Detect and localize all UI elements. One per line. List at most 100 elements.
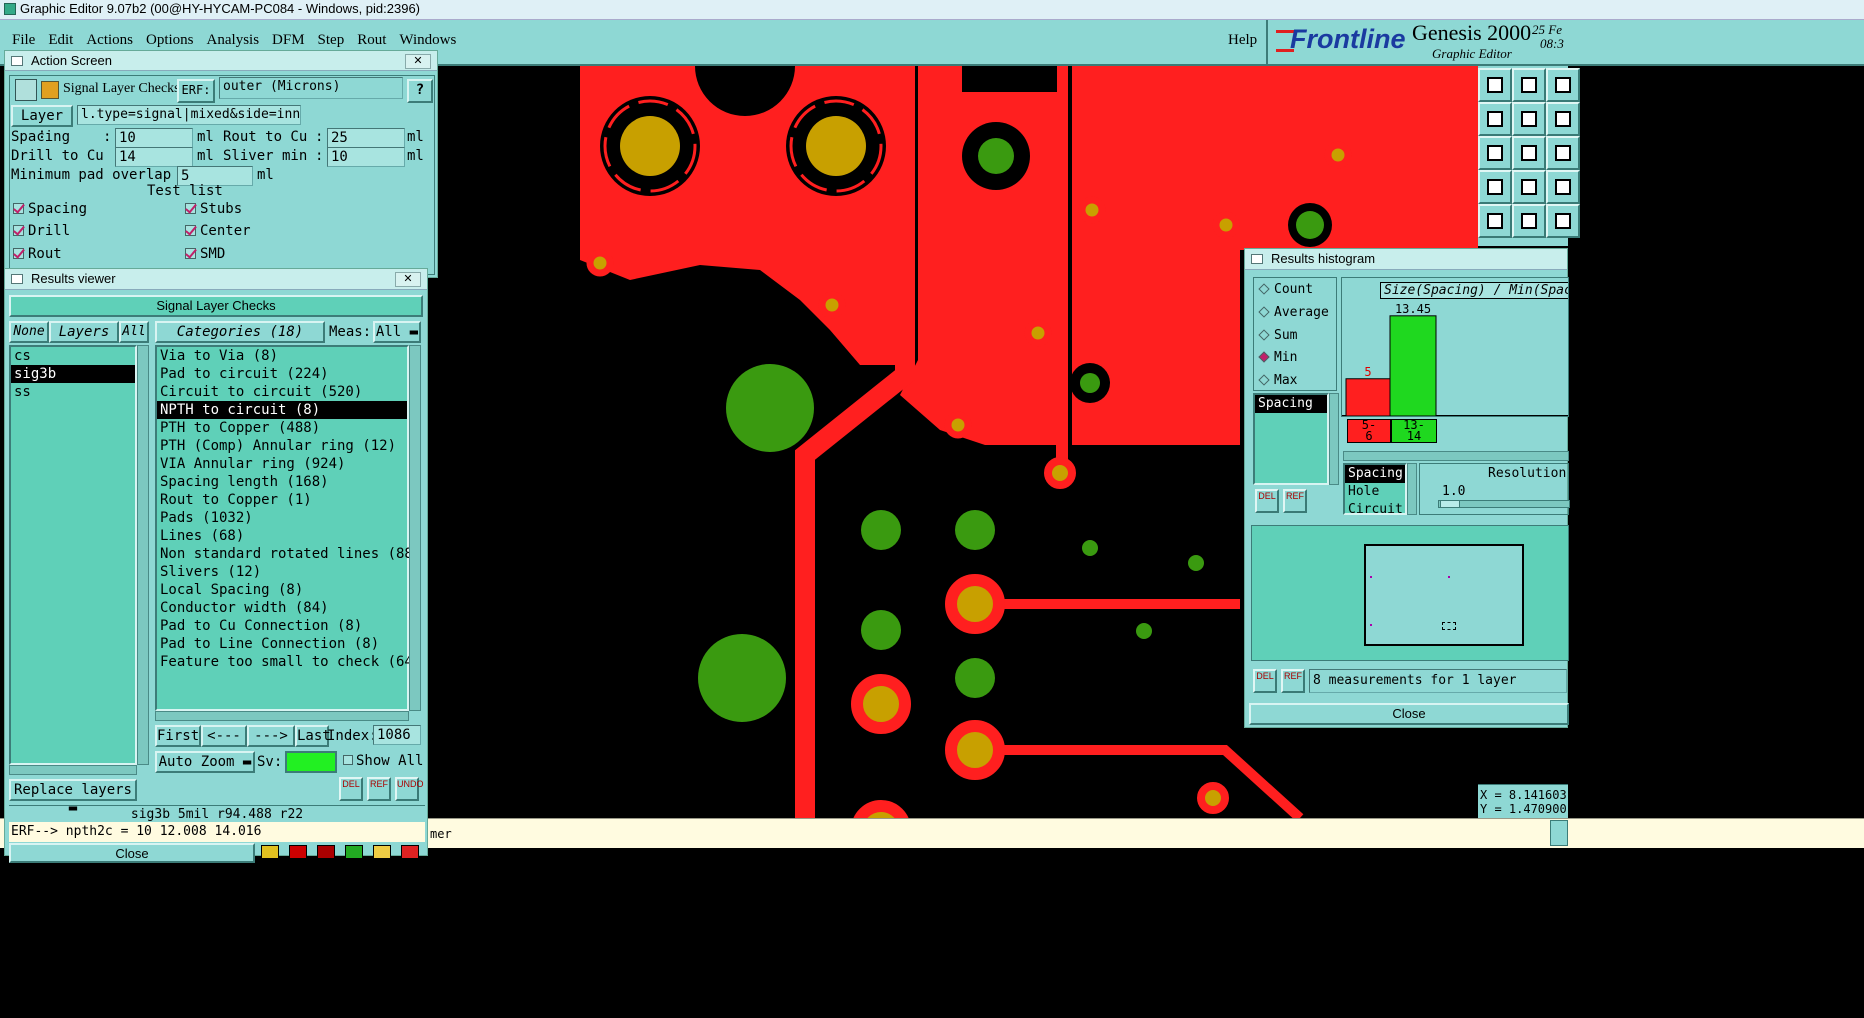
measure-item[interactable]: Circuit [1345, 501, 1405, 519]
menu-actions[interactable]: Actions [86, 32, 133, 49]
layer-item[interactable]: ss [11, 383, 135, 401]
category-item[interactable]: PTH to Copper (488) [157, 419, 407, 437]
category-item[interactable]: PTH (Comp) Annular ring (12) [157, 437, 407, 455]
category-item[interactable]: Circuit to circuit (520) [157, 383, 407, 401]
show-all-checkbox[interactable]: Show All [343, 753, 423, 769]
menu-windows[interactable]: Windows [399, 32, 456, 49]
toolbar-button-13[interactable] [1478, 204, 1512, 238]
toolbar-button-10[interactable] [1478, 170, 1512, 204]
erf-select[interactable]: outer (Microns) [219, 77, 403, 99]
left-list-item[interactable]: Spacing [1255, 395, 1327, 413]
toolbar-button-5[interactable] [1512, 102, 1546, 136]
close-icon[interactable]: ✕ [405, 54, 431, 69]
replace-layers-select[interactable]: Replace layers ▬ [9, 779, 137, 816]
toolbar-button-11[interactable] [1512, 170, 1546, 204]
test-spacing[interactable]: Spacing [13, 201, 87, 217]
histogram-bar-2[interactable] [1389, 315, 1437, 416]
menu-file[interactable]: File [12, 32, 35, 49]
category-item[interactable]: VIA Annular ring (924) [157, 455, 407, 473]
help-button[interactable]: ? [407, 79, 433, 103]
prev-button[interactable]: <--- [201, 725, 247, 747]
category-item[interactable]: Non standard rotated lines (88) [157, 545, 421, 563]
measure-item[interactable]: Hole [1345, 483, 1405, 501]
menu-help[interactable]: Help [1228, 32, 1257, 49]
category-item[interactable]: Feature too small to check (64) [157, 653, 421, 671]
histogram-close-button[interactable]: Close [1249, 703, 1569, 725]
categories-scrollbar[interactable] [409, 345, 421, 711]
toolbar-button-14[interactable] [1512, 204, 1546, 238]
toolbar-button-15[interactable] [1546, 204, 1580, 238]
toolbar-button-8[interactable] [1512, 136, 1546, 170]
next-button[interactable]: ---> [247, 725, 295, 747]
category-item[interactable]: Via to Via (8) [157, 347, 407, 365]
first-button[interactable]: First [155, 725, 201, 747]
tool-icon-1[interactable] [261, 845, 279, 859]
sv-color-select[interactable] [285, 751, 337, 773]
layers-button[interactable]: Layers [49, 321, 119, 343]
resolution-slider-thumb[interactable] [1440, 500, 1460, 508]
layer-button[interactable]: Layer : [11, 105, 73, 142]
category-item[interactable]: Pad to Cu Connection (8) [157, 617, 407, 635]
category-item[interactable]: Local Spacing (8) [157, 581, 407, 599]
category-item[interactable]: Pad to Line Connection (8) [157, 635, 407, 653]
toolbar-button-4[interactable] [1478, 102, 1512, 136]
option-max[interactable]: Max [1258, 373, 1297, 388]
hist-del-button-2[interactable]: DEL [1253, 669, 1277, 693]
none-button[interactable]: None [9, 321, 49, 343]
tool-icon-3[interactable] [317, 845, 335, 859]
test-drill[interactable]: Drill [13, 223, 70, 239]
menu-edit[interactable]: Edit [48, 32, 73, 49]
tool-icon-4[interactable] [345, 845, 363, 859]
layer-input[interactable]: l.type=signal|mixed&side=inne [77, 105, 301, 125]
toolbar-button-1[interactable] [1478, 68, 1512, 102]
option-min[interactable]: Min [1258, 350, 1297, 365]
auto-zoom-select[interactable]: Auto Zoom ▬ [155, 751, 255, 773]
toolbar-button-7[interactable] [1478, 136, 1512, 170]
drill-to-cu-input[interactable]: 14 [115, 147, 193, 167]
results-close-button[interactable]: Close [9, 843, 255, 863]
del-button[interactable]: DEL [339, 777, 363, 801]
last-button[interactable]: Last [295, 725, 331, 747]
menu-dfm[interactable]: DFM [272, 32, 305, 49]
categories-button[interactable]: Categories (18) [155, 321, 325, 343]
menu-rout[interactable]: Rout [357, 32, 386, 49]
tool-icon-5[interactable] [373, 845, 391, 859]
meas-select[interactable]: All ▬ [373, 321, 421, 343]
category-item[interactable]: Lines (68) [157, 527, 407, 545]
layer-item[interactable]: sig3b [11, 365, 135, 383]
category-item[interactable]: Pad to circuit (224) [157, 365, 407, 383]
toolbar-button-9[interactable] [1546, 136, 1580, 170]
toolbar-button-6[interactable] [1546, 102, 1580, 136]
sliver-min-input[interactable]: 10 [327, 147, 405, 167]
test-stubs[interactable]: Stubs [185, 201, 242, 217]
tool-icon-6[interactable] [401, 845, 419, 859]
measure-list[interactable]: Spacing Hole Circuit [1343, 463, 1407, 517]
all-button[interactable]: All [119, 321, 149, 343]
histogram-bar-1[interactable] [1345, 378, 1391, 416]
chart-hscroll[interactable] [1343, 451, 1569, 461]
layers-list[interactable]: cs sig3b ss [9, 345, 137, 765]
test-center[interactable]: Center [185, 223, 251, 239]
toolbar-button-3[interactable] [1546, 68, 1580, 102]
category-item[interactable]: Slivers (12) [157, 563, 407, 581]
hist-ref-button-2[interactable]: REF [1281, 669, 1305, 693]
toolbar-button-2[interactable] [1512, 68, 1546, 102]
measure-item[interactable]: Spacing [1345, 465, 1405, 483]
spacing-input[interactable]: 10 [115, 128, 193, 148]
category-item[interactable]: Conductor width (84) [157, 599, 407, 617]
option-sum[interactable]: Sum [1258, 328, 1297, 343]
histogram-left-list[interactable]: Spacing [1253, 393, 1329, 485]
test-smd[interactable]: SMD [185, 246, 225, 262]
screen-icon[interactable] [15, 79, 37, 101]
category-item[interactable]: Rout to Copper (1) [157, 491, 407, 509]
option-average[interactable]: Average [1258, 305, 1329, 320]
category-item[interactable]: NPTH to circuit (8) [157, 401, 407, 419]
close-icon[interactable]: ✕ [395, 272, 421, 287]
layers-hscroll[interactable] [9, 765, 137, 775]
tool-icon-2[interactable] [289, 845, 307, 859]
menu-step[interactable]: Step [318, 32, 345, 49]
category-item[interactable]: Spacing length (168) [157, 473, 407, 491]
undo-button[interactable]: UNDO [395, 777, 424, 801]
index-input[interactable]: 1086 [373, 725, 421, 745]
option-count[interactable]: Count [1258, 282, 1313, 297]
